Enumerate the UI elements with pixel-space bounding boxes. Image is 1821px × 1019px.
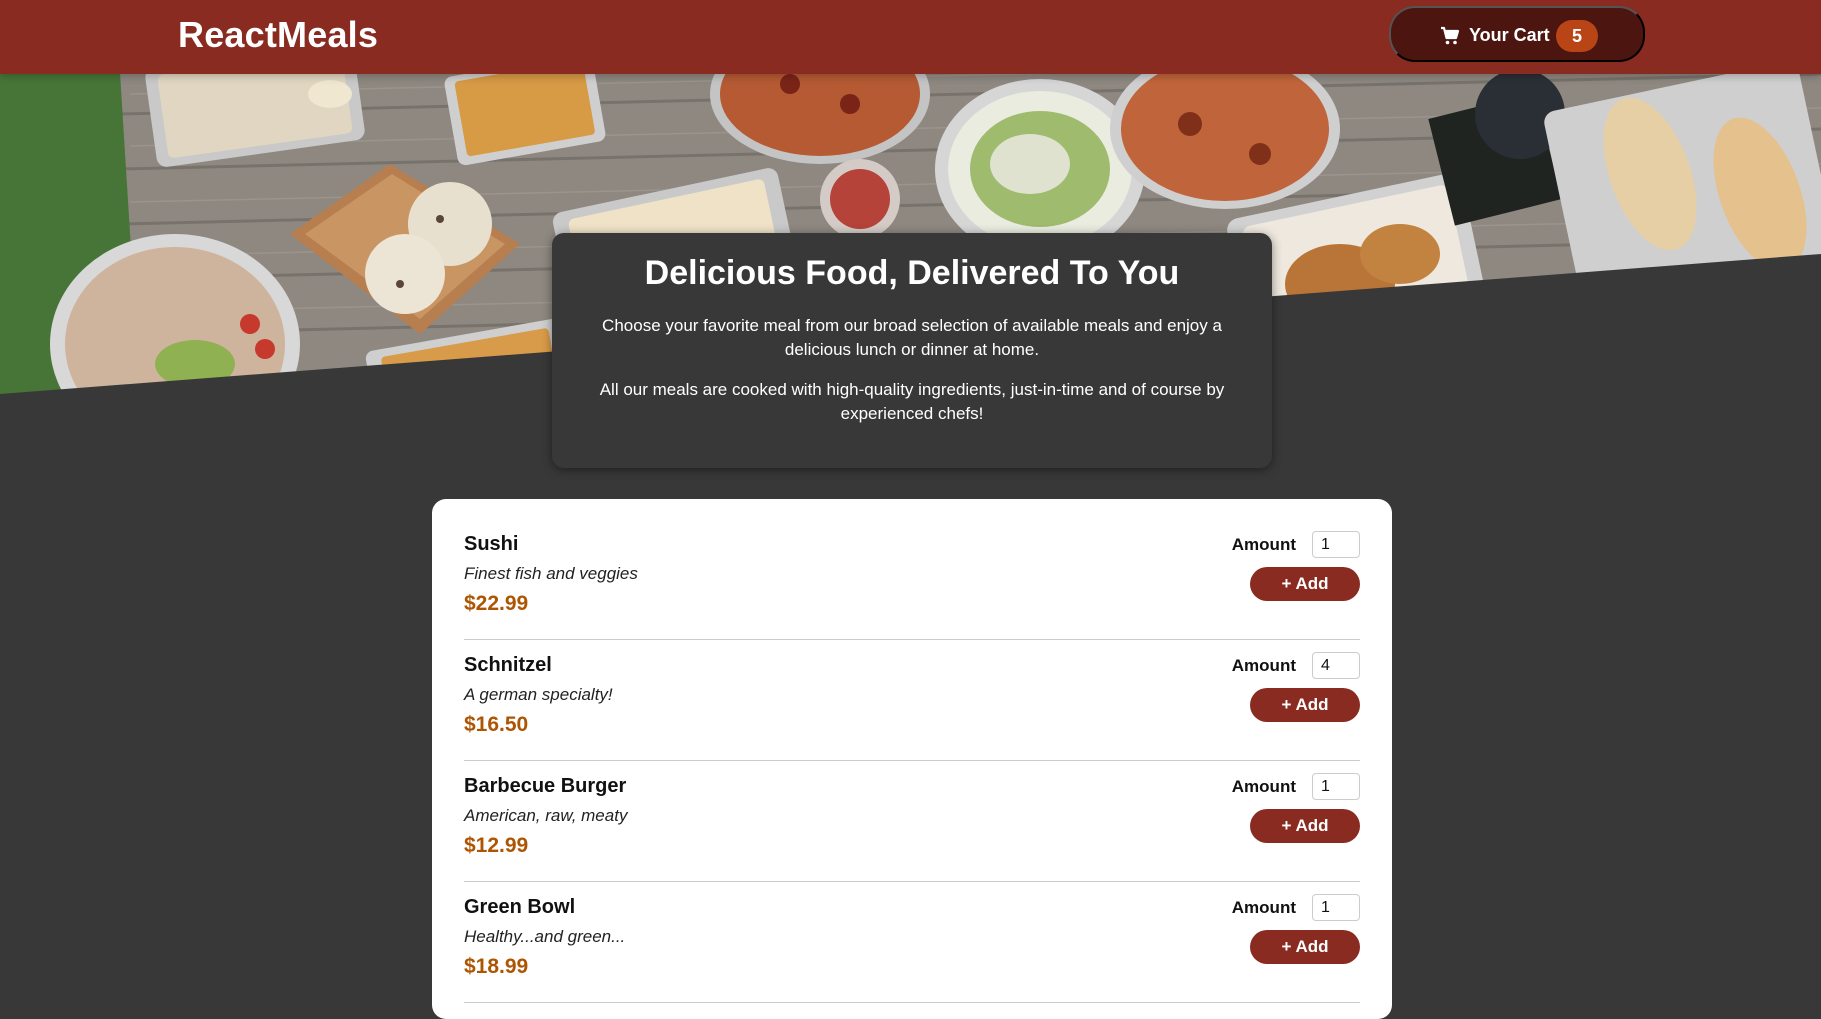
meal-price: $16.50 — [464, 713, 529, 736]
cart-button[interactable]: Your Cart 5 — [1389, 6, 1645, 62]
meal-description: Finest fish and veggies — [464, 564, 638, 583]
summary-title: Delicious Food, Delivered To You — [644, 254, 1180, 292]
amount-input[interactable] — [1312, 652, 1360, 679]
meal-item: Sushi Finest fish and veggies $22.99 Amo… — [464, 519, 1360, 640]
add-button[interactable]: + Add — [1250, 688, 1360, 722]
amount-label: Amount — [1231, 656, 1296, 675]
amount-input[interactable] — [1312, 773, 1360, 800]
meal-name: Green Bowl — [464, 896, 576, 918]
meal-price: $18.99 — [464, 955, 529, 978]
cart-label: Your Cart — [1469, 25, 1550, 45]
meal-description: Healthy...and green... — [464, 927, 626, 946]
amount-label: Amount — [1231, 777, 1296, 796]
meal-price: $12.99 — [464, 834, 529, 857]
amount-label: Amount — [1231, 898, 1296, 917]
amount-input[interactable] — [1312, 531, 1360, 558]
meal-price: $22.99 — [464, 592, 529, 615]
meal-name: Schnitzel — [464, 654, 552, 676]
summary-paragraph: Choose your favorite meal from our broad… — [602, 315, 1222, 359]
shopping-cart-icon — [1440, 26, 1460, 46]
amount-input[interactable] — [1312, 894, 1360, 921]
add-button[interactable]: + Add — [1250, 567, 1360, 601]
meal-item: Barbecue Burger American, raw, meaty $12… — [464, 761, 1360, 882]
meal-item: Schnitzel A german specialty! $16.50 Amo… — [464, 640, 1360, 761]
brand-title: ReactMeals — [178, 14, 379, 55]
meals-list-card: Sushi Finest fish and veggies $22.99 Amo… — [432, 499, 1392, 1019]
meal-description: A german specialty! — [464, 685, 613, 704]
cart-count-badge: 5 — [1556, 20, 1598, 52]
summary-card: Delicious Food, Delivered To You Choose … — [552, 233, 1272, 468]
amount-label: Amount — [1231, 535, 1296, 554]
meal-name: Barbecue Burger — [464, 775, 627, 797]
meal-name: Sushi — [464, 533, 519, 555]
summary-paragraph: All our meals are cooked with high-quali… — [599, 379, 1225, 423]
meal-description: American, raw, meaty — [464, 806, 628, 825]
app-header: ReactMeals Your Cart 5 — [0, 0, 1821, 74]
add-button[interactable]: + Add — [1250, 809, 1360, 843]
add-button[interactable]: + Add — [1250, 930, 1360, 964]
meal-item: Green Bowl Healthy...and green... $18.99… — [464, 882, 1360, 1003]
